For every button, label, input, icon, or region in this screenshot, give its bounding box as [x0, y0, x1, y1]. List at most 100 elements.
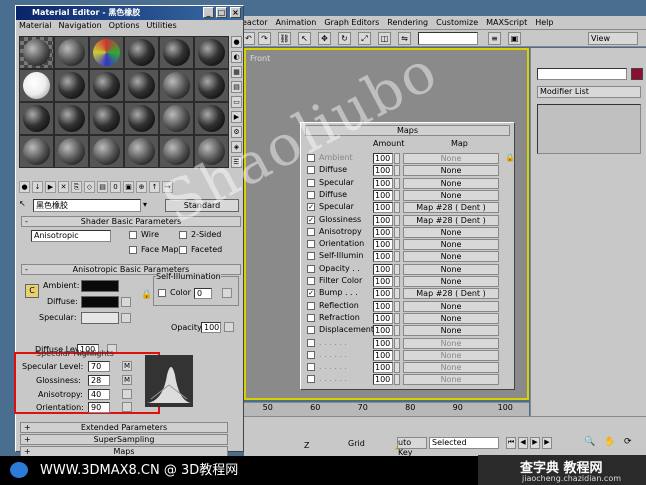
specular-level-map-button[interactable]: M: [122, 361, 132, 371]
map-slot-button[interactable]: None: [403, 189, 499, 201]
face-map-checkbox[interactable]: [129, 246, 137, 254]
map-amount-field[interactable]: 100: [373, 214, 393, 226]
sample-slot[interactable]: [20, 136, 53, 167]
menu-customize[interactable]: Customize: [436, 18, 478, 27]
video-color-check-icon[interactable]: ▭: [231, 96, 242, 108]
ambient-color-swatch[interactable]: [81, 280, 119, 292]
sample-slot[interactable]: [20, 70, 53, 101]
background-icon[interactable]: ▦: [231, 66, 242, 78]
glossiness-field[interactable]: 28: [88, 375, 110, 386]
viewport-dropdown[interactable]: View: [588, 32, 638, 45]
map-amount-spinner[interactable]: [394, 300, 400, 312]
selection-filter-dropdown[interactable]: Selected: [429, 437, 499, 449]
prev-frame-icon[interactable]: ◀: [518, 437, 528, 449]
reset-icon[interactable]: ✕: [58, 181, 69, 193]
map-slot-button[interactable]: None: [403, 226, 499, 238]
get-material-icon[interactable]: ●: [19, 181, 30, 193]
self-illum-map-button[interactable]: [222, 288, 232, 298]
map-amount-field[interactable]: 100: [373, 276, 393, 287]
put-to-scene-icon[interactable]: ↓: [32, 181, 43, 193]
sample-slot[interactable]: [55, 37, 88, 68]
assign-material-icon[interactable]: ▶: [45, 181, 56, 193]
map-slot-button[interactable]: None: [403, 165, 499, 177]
sample-slot[interactable]: [160, 70, 193, 101]
move-icon[interactable]: ✥: [318, 32, 331, 45]
sample-slot[interactable]: [90, 103, 123, 134]
map-slot-button[interactable]: None: [403, 337, 499, 349]
diffuse-color-swatch[interactable]: [81, 296, 119, 308]
map-amount-field[interactable]: 100: [373, 239, 393, 251]
menu-utilities[interactable]: Utilities: [147, 21, 177, 33]
show-end-result-icon[interactable]: ⊕: [136, 181, 147, 193]
map-enable-checkbox[interactable]: ✓: [307, 215, 315, 224]
make-unique-icon[interactable]: ◇: [84, 181, 95, 193]
go-to-start-icon[interactable]: ⏮: [506, 437, 516, 449]
render-icon[interactable]: ▣: [508, 32, 521, 45]
map-slot-button[interactable]: Map #28 ( Dent ): [403, 214, 499, 226]
map-enable-checkbox[interactable]: [307, 227, 315, 236]
minimize-button[interactable]: _: [203, 7, 214, 18]
specular-level-field[interactable]: 70: [88, 361, 110, 372]
map-enable-checkbox[interactable]: ✓: [307, 289, 315, 298]
map-amount-field[interactable]: 100: [373, 349, 393, 361]
map-enable-checkbox[interactable]: [307, 252, 315, 261]
anisotropy-map-button[interactable]: [122, 389, 132, 399]
backlight-icon[interactable]: ◐: [231, 51, 242, 63]
sample-slot[interactable]: [20, 103, 53, 134]
map-amount-field[interactable]: 100: [373, 325, 393, 337]
map-enable-checkbox[interactable]: [307, 363, 315, 372]
map-enable-checkbox[interactable]: [307, 375, 315, 384]
select-icon[interactable]: ↖: [298, 32, 311, 45]
menu-maxscript[interactable]: MAXScript: [486, 18, 527, 27]
supersampling-header[interactable]: + SuperSampling: [20, 434, 228, 445]
self-illum-color-checkbox[interactable]: [158, 289, 166, 297]
close-button[interactable]: ×: [230, 7, 241, 18]
sample-slot[interactable]: [125, 136, 158, 167]
map-amount-field[interactable]: 100: [373, 337, 393, 349]
diffuse-map-button[interactable]: [121, 297, 131, 307]
lock-icon[interactable]: 🔒: [505, 153, 515, 162]
map-slot-button[interactable]: None: [403, 362, 499, 374]
sample-slot[interactable]: [55, 136, 88, 167]
extended-parameters-header[interactable]: + Extended Parameters: [20, 422, 228, 433]
pan-icon[interactable]: ✋: [604, 437, 616, 449]
map-amount-field[interactable]: 100: [373, 177, 393, 189]
map-slot-button[interactable]: None: [403, 349, 499, 361]
menu-animation[interactable]: Animation: [276, 18, 317, 27]
show-map-in-viewport-icon[interactable]: ▣: [123, 181, 134, 193]
sample-slot[interactable]: [55, 70, 88, 101]
make-preview-icon[interactable]: ▶: [231, 111, 242, 123]
scale-icon[interactable]: ⤢: [358, 32, 371, 45]
sample-slot[interactable]: [160, 103, 193, 134]
map-amount-spinner[interactable]: [394, 251, 400, 263]
opacity-field[interactable]: 100: [201, 322, 221, 333]
pick-material-icon[interactable]: ↖: [19, 199, 26, 208]
rotate-icon[interactable]: ↻: [338, 32, 351, 45]
map-amount-spinner[interactable]: [394, 312, 400, 324]
map-slot-button[interactable]: None: [403, 325, 499, 337]
map-enable-checkbox[interactable]: [307, 338, 315, 347]
menu-help[interactable]: Help: [535, 18, 553, 27]
material-name-field[interactable]: 黑色橡胶: [33, 199, 141, 212]
wire-checkbox[interactable]: [129, 231, 137, 239]
map-amount-spinner[interactable]: [394, 362, 400, 374]
map-amount-spinner[interactable]: [394, 153, 400, 164]
map-slot-button[interactable]: None: [403, 251, 499, 263]
material-editor-titlebar[interactable]: Material Editor - 黑色橡胶 _ □ ×: [16, 6, 243, 20]
next-frame-icon[interactable]: ▶: [542, 437, 552, 449]
sample-slot[interactable]: [90, 37, 123, 68]
map-amount-field[interactable]: 100: [373, 165, 393, 177]
orbit-icon[interactable]: ⟳: [624, 437, 636, 449]
link-icon[interactable]: ⛓: [278, 32, 291, 45]
sample-slot[interactable]: [90, 136, 123, 167]
put-to-library-icon[interactable]: ▤: [97, 181, 108, 193]
material-effects-channel-icon[interactable]: 0: [110, 181, 121, 193]
map-enable-checkbox[interactable]: [307, 178, 315, 187]
sample-slot[interactable]: [125, 37, 158, 68]
map-amount-spinner[interactable]: [394, 165, 400, 177]
object-name-field[interactable]: [537, 68, 627, 80]
sample-slot[interactable]: [55, 103, 88, 134]
map-amount-spinner[interactable]: [394, 263, 400, 275]
map-slot-button[interactable]: None: [403, 239, 499, 251]
auto-key-button[interactable]: uto Key: [397, 437, 427, 457]
